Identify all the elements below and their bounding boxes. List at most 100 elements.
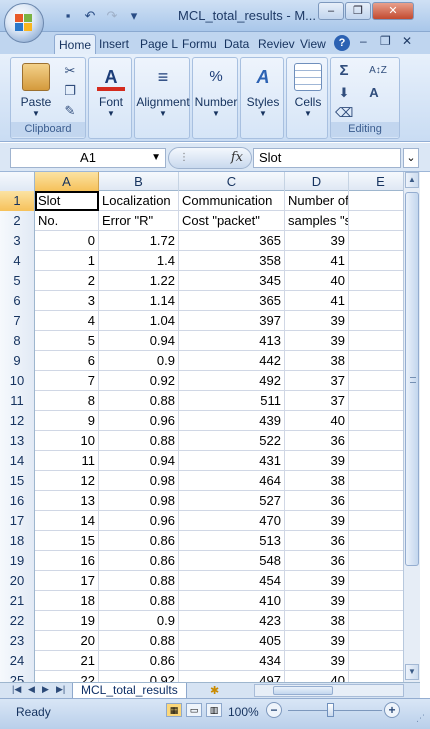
cell[interactable] (349, 251, 403, 271)
save-icon[interactable]: ▪ (60, 8, 76, 24)
cell[interactable]: 0.88 (99, 391, 179, 411)
fill-icon[interactable]: ⬇ (335, 84, 353, 102)
find-select-icon[interactable]: A (365, 84, 383, 102)
zoom-in-button[interactable]: + (384, 702, 400, 718)
tab-view[interactable]: View (296, 34, 330, 54)
cell[interactable] (349, 491, 403, 511)
cell[interactable] (349, 411, 403, 431)
cell[interactable] (349, 531, 403, 551)
cell[interactable] (349, 611, 403, 631)
row-header[interactable]: 17 (0, 511, 35, 531)
cell[interactable] (349, 191, 403, 211)
cell[interactable]: 20 (35, 631, 99, 651)
cell[interactable]: 39 (285, 631, 349, 651)
cell[interactable] (349, 511, 403, 531)
cell[interactable] (349, 671, 403, 682)
prev-sheet-icon[interactable]: ◀ (28, 684, 35, 695)
paste-button[interactable]: Paste ▼ (13, 61, 59, 121)
row-header[interactable]: 13 (0, 431, 35, 451)
cell[interactable]: 41 (285, 291, 349, 311)
copy-icon[interactable]: ❐ (61, 82, 79, 100)
horizontal-scrollbar[interactable] (254, 684, 404, 697)
cell[interactable]: 14 (35, 511, 99, 531)
last-sheet-icon[interactable]: ▶| (56, 684, 65, 695)
cell[interactable]: 513 (179, 531, 285, 551)
row-header[interactable]: 10 (0, 371, 35, 391)
cell[interactable]: 40 (285, 271, 349, 291)
cell[interactable]: 13 (35, 491, 99, 511)
vertical-scrollbar[interactable]: ▲ ▼ (403, 172, 420, 682)
cell[interactable] (349, 551, 403, 571)
cell[interactable]: 397 (179, 311, 285, 331)
cell[interactable]: 40 (285, 671, 349, 682)
cell[interactable]: Number of (285, 191, 349, 211)
cell[interactable]: 12 (35, 471, 99, 491)
cell[interactable]: 442 (179, 351, 285, 371)
row-header[interactable]: 25 (0, 671, 35, 682)
insert-sheet-icon[interactable]: ✱ (210, 684, 219, 697)
cell[interactable]: 39 (285, 231, 349, 251)
formula-input[interactable]: Slot (253, 148, 401, 168)
tab-insert[interactable]: Insert (95, 34, 133, 54)
cell[interactable]: 3 (35, 291, 99, 311)
cell[interactable] (349, 291, 403, 311)
tab-formulas[interactable]: Formu (178, 34, 221, 54)
name-box[interactable]: A1 ▼ (10, 148, 166, 168)
cell[interactable] (349, 651, 403, 671)
column-header-a[interactable]: A (35, 172, 99, 191)
autosum-icon[interactable]: Σ (335, 62, 353, 80)
cell[interactable]: 0.94 (99, 451, 179, 471)
cell[interactable] (349, 371, 403, 391)
insert-function-button[interactable]: fx (231, 150, 243, 165)
cell[interactable]: 5 (35, 331, 99, 351)
cell[interactable]: 2 (35, 271, 99, 291)
column-header-e[interactable]: E (349, 172, 403, 191)
normal-view-icon[interactable]: ▦ (166, 703, 182, 717)
cell[interactable]: 0 (35, 231, 99, 251)
cell[interactable]: 0.98 (99, 471, 179, 491)
row-header[interactable]: 6 (0, 291, 35, 311)
cell[interactable]: 0.96 (99, 411, 179, 431)
cell[interactable]: 454 (179, 571, 285, 591)
sort-filter-icon[interactable]: A↕Z (365, 62, 391, 80)
cell[interactable]: 410 (179, 591, 285, 611)
cell[interactable]: samples "sample" (285, 211, 349, 231)
cell[interactable]: 36 (285, 431, 349, 451)
cell[interactable]: 39 (285, 511, 349, 531)
cell[interactable]: 492 (179, 371, 285, 391)
cell[interactable]: 1.4 (99, 251, 179, 271)
cell[interactable]: 19 (35, 611, 99, 631)
cell[interactable] (349, 571, 403, 591)
cell[interactable]: 1.04 (99, 311, 179, 331)
tab-review[interactable]: Reviev (254, 34, 299, 54)
cell[interactable]: 38 (285, 351, 349, 371)
cell[interactable]: Localization (99, 191, 179, 211)
cell[interactable]: 22 (35, 671, 99, 682)
row-header[interactable]: 1 (0, 191, 35, 211)
cell[interactable]: 39 (285, 331, 349, 351)
worksheet-grid[interactable]: A B C D E 1 Slot Localization Communication… (0, 172, 403, 682)
row-header[interactable]: 8 (0, 331, 35, 351)
row-header[interactable]: 21 (0, 591, 35, 611)
cell[interactable]: 431 (179, 451, 285, 471)
tab-data[interactable]: Data (220, 34, 253, 54)
cut-icon[interactable]: ✂ (61, 62, 79, 80)
cell[interactable]: Cost "packet" (179, 211, 285, 231)
cell[interactable]: 11 (35, 451, 99, 471)
cell[interactable]: Error "R" (99, 211, 179, 231)
cell[interactable]: 0.92 (99, 671, 179, 682)
sheet-tab-active[interactable]: MCL_total_results (72, 683, 187, 699)
ribbon-close-button[interactable]: ✕ (402, 34, 412, 48)
cell[interactable]: No. (35, 211, 99, 231)
row-header[interactable]: 16 (0, 491, 35, 511)
cell[interactable]: 39 (285, 571, 349, 591)
page-layout-view-icon[interactable]: ▭ (186, 703, 202, 717)
cell[interactable]: 8 (35, 391, 99, 411)
cell[interactable] (349, 271, 403, 291)
column-header-b[interactable]: B (99, 172, 179, 191)
cell[interactable]: 0.94 (99, 331, 179, 351)
cell[interactable]: 358 (179, 251, 285, 271)
row-header[interactable]: 22 (0, 611, 35, 631)
cell[interactable]: 511 (179, 391, 285, 411)
cell[interactable]: 40 (285, 411, 349, 431)
